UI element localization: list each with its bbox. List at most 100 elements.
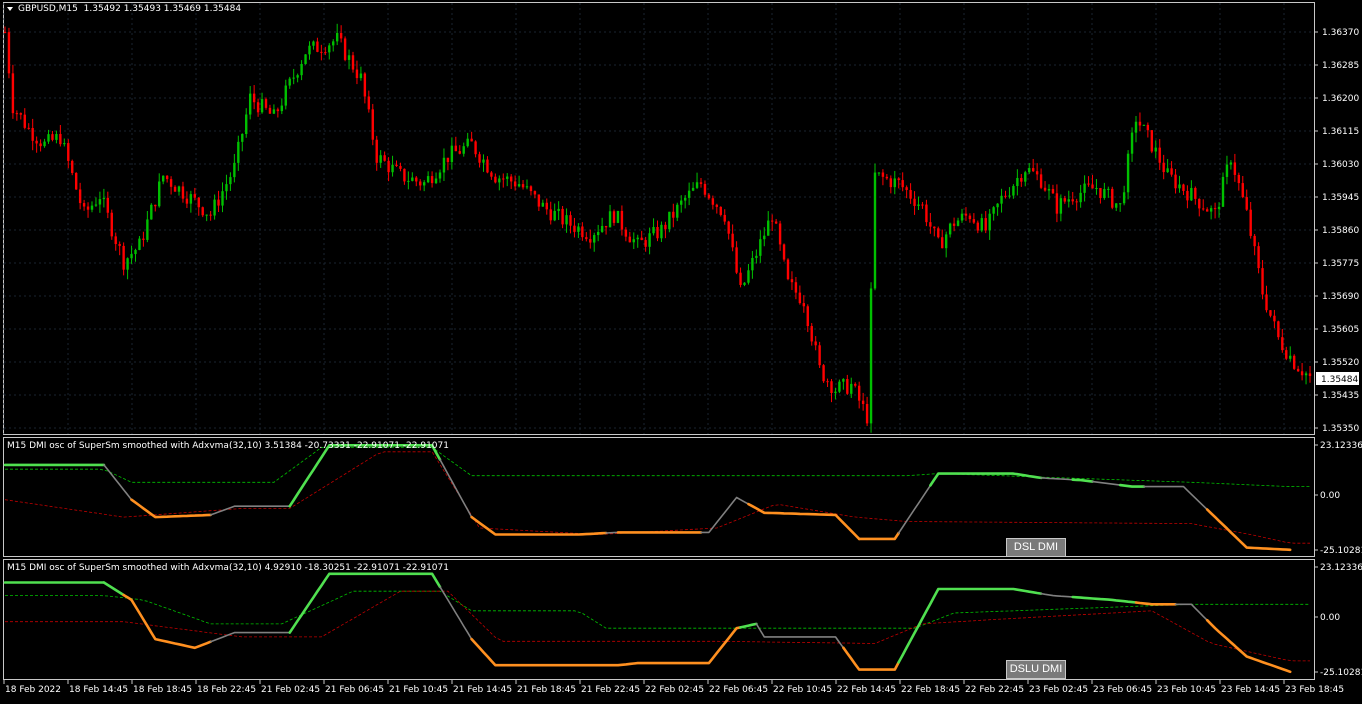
- candle-body: [7, 32, 11, 74]
- time-tick-label: 22 Feb 18:45: [901, 685, 960, 695]
- candle-body: [351, 55, 355, 70]
- candle-body: [31, 128, 34, 141]
- candle-body: [893, 178, 896, 188]
- candle-body: [320, 51, 323, 53]
- candle-body: [680, 200, 683, 205]
- candle-body: [426, 176, 430, 183]
- candle-body: [343, 38, 347, 60]
- candle-body: [1043, 187, 1047, 191]
- dsl-osc-up: [1071, 478, 1094, 483]
- dslu-level-up: [5, 590, 1310, 629]
- candle-body: [1304, 373, 1308, 376]
- candle-body: [533, 191, 537, 195]
- osc1-title: M15 DMI osc of SuperSm smoothed with Adx…: [7, 441, 449, 451]
- candle-body: [1289, 355, 1292, 359]
- dsl-osc-flat: [700, 496, 750, 534]
- dslu-osc-up: [288, 572, 442, 634]
- candle-body: [415, 177, 418, 182]
- osc2-panel-frame: [3, 559, 1315, 680]
- candle-body: [668, 211, 671, 230]
- candle-body: [565, 215, 568, 225]
- candle-body: [391, 164, 394, 173]
- candle-body: [593, 235, 596, 243]
- time-tick-label: 23 Feb 10:45: [1157, 685, 1216, 695]
- candle-body: [67, 143, 70, 161]
- chart-canvas[interactable]: 1.36370 1.36285 1.36200 1.36115 1.36030 1.359…: [0, 0, 1362, 700]
- candle-body: [695, 182, 699, 188]
- candle-body: [213, 199, 216, 216]
- candle-body: [379, 155, 382, 163]
- candle-body: [177, 186, 181, 192]
- time-tick-label: 22 Feb 10:45: [773, 685, 832, 695]
- candle-body: [134, 249, 137, 255]
- candle-body: [63, 143, 66, 145]
- candle-body: [1031, 168, 1035, 172]
- candle-body: [383, 155, 386, 161]
- osc2-scale-top: 23.12336: [1320, 563, 1362, 573]
- candle-body: [154, 204, 157, 207]
- dsl-osc-down: [747, 502, 861, 541]
- candle-body: [264, 99, 268, 108]
- candle-body: [1245, 197, 1248, 210]
- candle-body: [842, 378, 845, 382]
- time-tick-label: 23 Feb 14:45: [1221, 685, 1280, 695]
- grid: [3, 3, 1313, 434]
- candle-body: [114, 236, 117, 245]
- candle-body: [798, 292, 802, 304]
- candle-body: [102, 197, 106, 200]
- dslu-osc-flat: [1040, 592, 1074, 598]
- dsl-osc-down: [1205, 508, 1292, 552]
- candle-body: [110, 212, 113, 237]
- candle-body: [727, 221, 730, 234]
- candle-body: [577, 226, 580, 232]
- candle-body: [276, 109, 280, 112]
- candle-body: [1071, 199, 1074, 202]
- candle-body: [90, 205, 94, 210]
- candle-body: [699, 182, 703, 184]
- candle-body: [1241, 183, 1244, 198]
- dslu-osc-up: [739, 622, 758, 629]
- dslu-dmi-button[interactable]: DSLU DMI: [1006, 660, 1066, 679]
- candle-body: [221, 191, 224, 206]
- candle-body: [786, 259, 790, 280]
- candle-body: [1269, 310, 1272, 316]
- candle-body: [972, 219, 976, 223]
- time-tick-label: 23 Feb 06:45: [1093, 685, 1152, 695]
- candle-body: [1170, 168, 1173, 175]
- candle-body: [15, 113, 19, 115]
- candle-body: [529, 186, 533, 192]
- candle-body: [806, 306, 809, 327]
- candle-body: [288, 78, 291, 86]
- candle-body: [976, 222, 980, 231]
- candle-body: [608, 211, 612, 228]
- candle-body: [905, 187, 908, 191]
- candle-body: [1257, 246, 1260, 269]
- candle-body: [43, 141, 46, 147]
- candle-body: [600, 225, 604, 232]
- candle-body: [217, 199, 220, 206]
- candle-body: [1079, 192, 1082, 203]
- candle-body: [23, 114, 26, 128]
- dsl-dmi-button[interactable]: DSL DMI: [1006, 538, 1066, 557]
- candle-body: [537, 194, 541, 207]
- candle-body: [86, 206, 90, 210]
- candle-body: [1115, 203, 1118, 208]
- candle-body: [1237, 174, 1241, 184]
- time-tick-label: 21 Feb 02:45: [261, 685, 320, 695]
- price-tick-label: 1.35350: [1322, 424, 1359, 434]
- triangle-down-icon[interactable]: [7, 7, 13, 11]
- candle-body: [1004, 195, 1007, 197]
- chart-window[interactable]: 1.36370 1.36285 1.36200 1.36115 1.36030 1.359…: [0, 0, 1362, 700]
- candle-body: [624, 229, 628, 237]
- dslu-level-down: [5, 590, 1310, 662]
- main-panel-frame: [3, 2, 1315, 435]
- candle-body: [1158, 147, 1161, 163]
- candle-body: [632, 239, 635, 243]
- candle-body: [478, 154, 481, 163]
- dsl-osc-up: [288, 444, 442, 508]
- candle-body: [1150, 130, 1154, 152]
- candle-body: [1012, 186, 1015, 196]
- candle-body: [731, 233, 734, 248]
- candle-body: [790, 279, 794, 283]
- candle-body: [430, 176, 434, 184]
